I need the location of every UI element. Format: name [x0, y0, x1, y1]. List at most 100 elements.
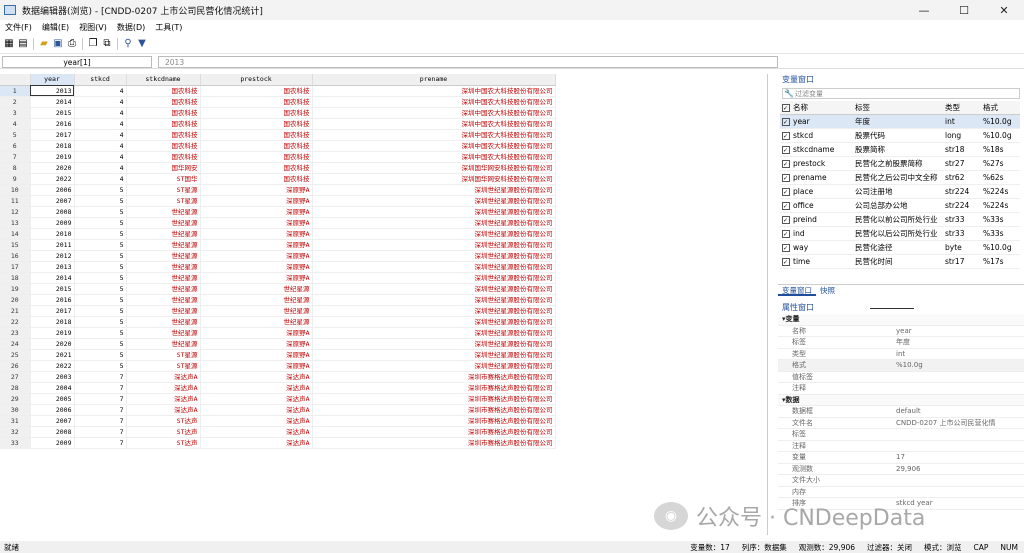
property-row[interactable]: 类型 int — [778, 349, 1024, 360]
paste-icon[interactable]: ⧉ — [101, 38, 113, 50]
variable-checkbox[interactable]: ✓ — [780, 117, 791, 127]
cell-prestock[interactable]: 深原野A — [200, 195, 313, 207]
var-header-name[interactable]: 名称 — [791, 102, 855, 113]
tab-variables[interactable]: 变量窗口 — [778, 285, 816, 296]
cell-stkcd[interactable]: 5 — [74, 338, 127, 350]
cell-prestock[interactable]: 世纪星源 — [200, 316, 313, 328]
cell-stkcdname[interactable]: 世纪星源 — [126, 338, 201, 350]
table-row[interactable]: 25 2021 5 ST星源 深原野A 深圳世纪星源股份有限公司 — [0, 349, 556, 361]
cell-stkcd[interactable]: 4 — [74, 162, 127, 174]
variable-checkbox[interactable]: ✓ — [780, 145, 791, 155]
row-number[interactable]: 7 — [0, 151, 31, 163]
variable-checkbox[interactable]: ✓ — [780, 173, 791, 183]
cell-prename[interactable]: 深圳世纪星源股份有限公司 — [312, 228, 556, 240]
cell-prename[interactable]: 深圳世纪星源股份有限公司 — [312, 272, 556, 284]
menu-file[interactable]: 文件(F) — [0, 22, 37, 33]
row-number[interactable]: 26 — [0, 360, 31, 372]
table-row[interactable]: 14 2010 5 世纪星源 深原野A 深圳世纪星源股份有限公司 — [0, 228, 556, 240]
grid-view-icon[interactable]: ▦ — [3, 38, 15, 50]
row-number[interactable]: 4 — [0, 118, 31, 130]
save-icon[interactable]: ▣ — [52, 38, 64, 50]
cell-year[interactable]: 2009 — [30, 217, 75, 229]
cell-year[interactable]: 2016 — [30, 118, 75, 130]
print-icon[interactable]: ⎙ — [66, 38, 78, 50]
cell-stkcdname[interactable]: ST达声 — [126, 437, 201, 449]
cell-stkcdname[interactable]: 世纪星源 — [126, 305, 201, 317]
row-number[interactable]: 18 — [0, 272, 31, 284]
row-number[interactable]: 29 — [0, 393, 31, 405]
row-number[interactable]: 2 — [0, 96, 31, 108]
variable-filter-input[interactable]: 🔧 过滤变量 — [782, 88, 1020, 99]
cell-stkcdname[interactable]: 世纪星源 — [126, 250, 201, 262]
row-number[interactable]: 15 — [0, 239, 31, 251]
maximize-button[interactable]: ☐ — [944, 0, 984, 20]
cell-prestock[interactable]: 深原野A — [200, 217, 313, 229]
var-header-format[interactable]: 格式 — [983, 102, 1019, 113]
table-row[interactable]: 18 2014 5 世纪星源 深原野A 深圳世纪星源股份有限公司 — [0, 272, 556, 284]
row-number[interactable]: 33 — [0, 437, 31, 449]
cell-stkcdname[interactable]: 世纪星源 — [126, 327, 201, 339]
property-row[interactable]: 值标签 — [778, 372, 1024, 383]
cell-stkcd[interactable]: 7 — [74, 393, 127, 405]
cell-stkcdname[interactable]: 世纪星源 — [126, 294, 201, 306]
cell-stkcd[interactable]: 5 — [74, 184, 127, 196]
cell-year[interactable]: 2007 — [30, 195, 75, 207]
cell-year[interactable]: 2015 — [30, 283, 75, 295]
col-header-stkcdname[interactable]: stkcdname — [126, 74, 201, 86]
cell-prename[interactable]: 深圳市赛格达声股份有限公司 — [312, 415, 556, 427]
property-row[interactable]: 名称 year — [778, 326, 1024, 337]
cell-prestock[interactable]: 深原野A — [200, 184, 313, 196]
cell-prename[interactable]: 深圳中国农大科技股份有限公司 — [312, 118, 556, 130]
row-number[interactable]: 27 — [0, 371, 31, 383]
variable-row[interactable]: ✓ place 公司注册地 str224 %224s — [780, 185, 1020, 199]
open-folder-icon[interactable]: ▰ — [38, 38, 50, 50]
cell-prename[interactable]: 深圳市赛格达声股份有限公司 — [312, 437, 556, 449]
property-row[interactable]: 文件大小 — [778, 475, 1024, 487]
cell-stkcd[interactable]: 4 — [74, 85, 127, 97]
cell-prestock[interactable]: 世纪星源 — [200, 294, 313, 306]
cell-stkcd[interactable]: 5 — [74, 305, 127, 317]
cell-prename[interactable]: 深圳世纪星源股份有限公司 — [312, 360, 556, 372]
property-row[interactable]: 格式 %10.0g — [778, 360, 1024, 372]
variable-row[interactable]: ✓ prename 民营化之后公司中文全称 str62 %62s — [780, 171, 1020, 185]
row-number[interactable]: 9 — [0, 173, 31, 185]
cell-year[interactable]: 2018 — [30, 140, 75, 152]
var-header-label[interactable]: 标签 — [855, 102, 945, 113]
cell-stkcdname[interactable]: ST星源 — [126, 184, 201, 196]
row-number[interactable]: 20 — [0, 294, 31, 306]
row-number[interactable]: 5 — [0, 129, 31, 141]
table-row[interactable]: 28 2004 7 深达声A 深达声A 深圳市赛格达声股份有限公司 — [0, 382, 556, 394]
cell-year[interactable]: 2008 — [30, 206, 75, 218]
cell-stkcd[interactable]: 5 — [74, 272, 127, 284]
property-row[interactable]: 文件名 CNDD-0207 上市公司民营化情 — [778, 418, 1024, 429]
cell-year[interactable]: 2008 — [30, 426, 75, 438]
cell-prename[interactable]: 深圳中国农大科技股份有限公司 — [312, 129, 556, 141]
cell-prename[interactable]: 深圳世纪星源股份有限公司 — [312, 250, 556, 262]
cell-stkcd[interactable]: 4 — [74, 173, 127, 185]
cell-year[interactable]: 2011 — [30, 239, 75, 251]
cell-stkcd[interactable]: 7 — [74, 404, 127, 416]
table-row[interactable]: 29 2005 7 深达声A 深达声A 深圳市赛格达声股份有限公司 — [0, 393, 556, 405]
cell-prestock[interactable]: 国农科技 — [200, 140, 313, 152]
cell-stkcdname[interactable]: 国农科技 — [126, 118, 201, 130]
table-row[interactable]: 8 2020 4 国华网安 国农科技 深圳国华网安科技股份有限公司 — [0, 162, 556, 174]
close-button[interactable]: ✕ — [984, 0, 1024, 20]
cell-year[interactable]: 2022 — [30, 360, 75, 372]
cell-prename[interactable]: 深圳世纪星源股份有限公司 — [312, 195, 556, 207]
cell-stkcd[interactable]: 4 — [74, 118, 127, 130]
cell-year[interactable]: 2020 — [30, 162, 75, 174]
table-row[interactable]: 13 2009 5 世纪星源 深原野A 深圳世纪星源股份有限公司 — [0, 217, 556, 229]
cell-reference[interactable]: year[1] — [2, 55, 152, 68]
cell-year[interactable]: 2010 — [30, 228, 75, 240]
table-row[interactable]: 1 2013 4 国农科技 国农科技 深圳中国农大科技股份有限公司 — [0, 85, 556, 97]
cell-stkcdname[interactable]: ST星源 — [126, 349, 201, 361]
table-row[interactable]: 4 2016 4 国农科技 国农科技 深圳中国农大科技股份有限公司 — [0, 118, 556, 130]
cell-stkcd[interactable]: 5 — [74, 360, 127, 372]
cell-year[interactable]: 2019 — [30, 327, 75, 339]
table-row[interactable]: 23 2019 5 世纪星源 深原野A 深圳世纪星源股份有限公司 — [0, 327, 556, 339]
cell-prestock[interactable]: 世纪星源 — [200, 283, 313, 295]
variable-row[interactable]: ✓ preind 民营化以前公司所处行业 str33 %33s — [780, 213, 1020, 227]
cell-prename[interactable]: 深圳世纪星源股份有限公司 — [312, 217, 556, 229]
cell-prestock[interactable]: 深达声A — [200, 426, 313, 438]
cell-prename[interactable]: 深圳市赛格达声股份有限公司 — [312, 382, 556, 394]
